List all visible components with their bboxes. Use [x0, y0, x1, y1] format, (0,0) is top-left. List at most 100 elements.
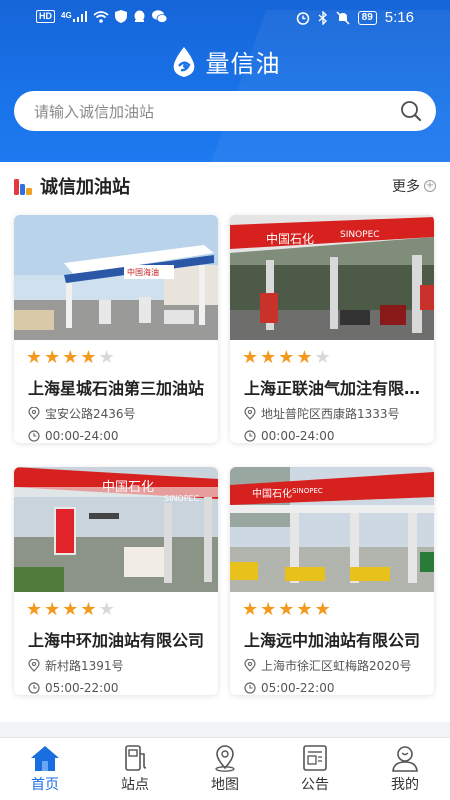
tab-label[interactable]: 公告: [301, 774, 329, 794]
header: HD 4G 89 5:16 量信油 请输入诚信加油站: [0, 0, 450, 162]
chat-icon: [151, 10, 167, 23]
star-filled-icon: ★: [242, 599, 259, 620]
station-photo: 中国石化 SINOPEC: [230, 215, 434, 340]
star-filled-icon: ★: [314, 599, 331, 620]
battery-icon: 89: [357, 10, 377, 25]
user-icon[interactable]: [390, 744, 420, 772]
station-address: 地址普陀区西康路1333号: [244, 405, 430, 422]
station-card[interactable]: 中国石化 SINOPEC ★ ★ ★ ★ ★ 上海远中加油站有限公司 上海市徐汇区虹梅路…: [230, 467, 434, 695]
location-icon: [244, 659, 256, 672]
tab-label[interactable]: 地图: [211, 774, 239, 794]
station-photo: 中国石化 SINOPEC: [14, 467, 218, 592]
svg-text:中国海油: 中国海油: [127, 267, 159, 277]
more-button[interactable]: 更多 +: [392, 176, 436, 196]
clock-icon: [244, 430, 256, 442]
notice-icon[interactable]: [300, 744, 330, 772]
station-hours: 05:00-22:00: [28, 681, 214, 695]
svg-text:SINOPEC: SINOPEC: [292, 487, 323, 495]
star-filled-icon: ★: [260, 599, 277, 620]
station-name: 上海中环加油站有限公司: [28, 631, 205, 650]
star-filled-icon: ★: [242, 347, 259, 368]
station-hours: 00:00-24:00: [244, 429, 430, 443]
address-text: 宝安公路2436号: [45, 407, 136, 421]
rating-stars: ★ ★ ★ ★ ★: [26, 349, 115, 367]
clock-icon: [244, 682, 256, 694]
tab-label[interactable]: 首页: [31, 774, 59, 794]
star-filled-icon: ★: [62, 599, 79, 620]
tab-map[interactable]: 地图: [180, 738, 270, 800]
clock-icon: [28, 682, 40, 694]
star-empty-icon: ★: [98, 599, 115, 620]
alarm-icon: [296, 11, 309, 25]
svg-text:中国石化: 中国石化: [252, 487, 292, 500]
hours-text: 05:00-22:00: [45, 681, 119, 695]
tab-profile[interactable]: 我的: [360, 738, 450, 800]
4g-signal-icon: 4G: [61, 11, 87, 22]
tab-stations[interactable]: 站点: [90, 738, 180, 800]
network-type-label: 4G: [61, 11, 72, 20]
shield-icon: [114, 10, 127, 23]
address-text: 新村路1391号: [45, 659, 124, 673]
station-photo: 中国海油: [14, 215, 218, 340]
wifi-icon: [93, 10, 109, 23]
bottom-tab-bar: 首页 站点 地图 公告 我的: [0, 737, 450, 800]
star-filled-icon: ★: [296, 347, 313, 368]
section-title: 诚信加油站: [40, 177, 130, 198]
map-pin-icon[interactable]: [210, 744, 240, 772]
hours-text: 00:00-24:00: [45, 429, 119, 443]
location-icon: [244, 407, 256, 420]
star-filled-icon: ★: [26, 347, 43, 368]
status-left: HD 4G: [36, 10, 167, 23]
plus-icon[interactable]: +: [424, 180, 436, 192]
rating-stars: ★ ★ ★ ★ ★: [242, 349, 331, 367]
star-filled-icon: ★: [80, 599, 97, 620]
star-filled-icon: ★: [62, 347, 79, 368]
tab-label[interactable]: 站点: [121, 774, 149, 794]
station-address: 新村路1391号: [28, 657, 214, 674]
hd-icon: HD: [36, 10, 55, 23]
search-input[interactable]: 请输入诚信加油站: [34, 101, 400, 122]
station-hours: 00:00-24:00: [28, 429, 214, 443]
app-brand: 量信油: [0, 44, 450, 79]
notification-icon: [134, 10, 145, 22]
star-filled-icon: ★: [26, 599, 43, 620]
app-logo-icon: [173, 46, 194, 77]
station-address: 上海市徐汇区虹梅路2020号: [244, 657, 430, 674]
address-text: 上海市徐汇区虹梅路2020号: [261, 659, 412, 673]
station-card[interactable]: 中国石化 SINOPEC ★ ★ ★ ★ ★ 上海正联油气加注有限公司 地址普陀区西康路…: [230, 215, 434, 443]
status-right: 89 5:16: [296, 9, 414, 26]
home-icon[interactable]: [30, 744, 60, 772]
search-bar[interactable]: 请输入诚信加油站: [14, 91, 436, 131]
star-filled-icon: ★: [260, 347, 277, 368]
svg-text:中国石化: 中国石化: [266, 231, 314, 246]
svg-text:SINOPEC: SINOPEC: [340, 230, 380, 240]
rating-stars: ★ ★ ★ ★ ★: [26, 601, 115, 619]
hours-text: 00:00-24:00: [261, 429, 335, 443]
station-photo: 中国石化 SINOPEC: [230, 467, 434, 592]
star-filled-icon: ★: [278, 347, 295, 368]
station-name: 上海正联油气加注有限公司: [244, 379, 428, 398]
tab-home[interactable]: 首页: [0, 738, 90, 800]
tab-label[interactable]: 我的: [391, 774, 419, 794]
star-empty-icon: ★: [98, 347, 115, 368]
station-hours: 05:00-22:00: [244, 681, 430, 695]
status-bar: HD 4G 89 5:16: [0, 0, 450, 36]
star-filled-icon: ★: [296, 599, 313, 620]
mute-icon: [336, 10, 350, 25]
address-text: 地址普陀区西康路1333号: [261, 407, 400, 421]
clock-icon: [28, 430, 40, 442]
section-header: 诚信加油站 更多 +: [14, 174, 436, 198]
station-address: 宝安公路2436号: [28, 405, 214, 422]
star-filled-icon: ★: [80, 347, 97, 368]
star-filled-icon: ★: [278, 599, 295, 620]
tab-notices[interactable]: 公告: [270, 738, 360, 800]
station-card[interactable]: 中国石化 SINOPEC ★★★★★ 上海中环加油站有限公司 新村路1391号 …: [14, 467, 218, 695]
section-logo-icon: [14, 179, 32, 195]
honest-stations-section: 诚信加油站 更多 + 中国海油 ★ ★ ★ ★ ★ 上海星城石油第三加油站 宝安…: [0, 162, 450, 722]
more-label[interactable]: 更多: [392, 176, 420, 196]
station-card[interactable]: 中国海油 ★ ★ ★ ★ ★ 上海星城石油第三加油站 宝安公路2436号 00:00-2…: [14, 215, 218, 443]
fuel-pump-icon[interactable]: [120, 744, 150, 772]
station-name: 上海星城石油第三加油站: [28, 379, 205, 398]
app-title: 量信油: [205, 50, 281, 78]
search-icon[interactable]: [400, 100, 422, 122]
